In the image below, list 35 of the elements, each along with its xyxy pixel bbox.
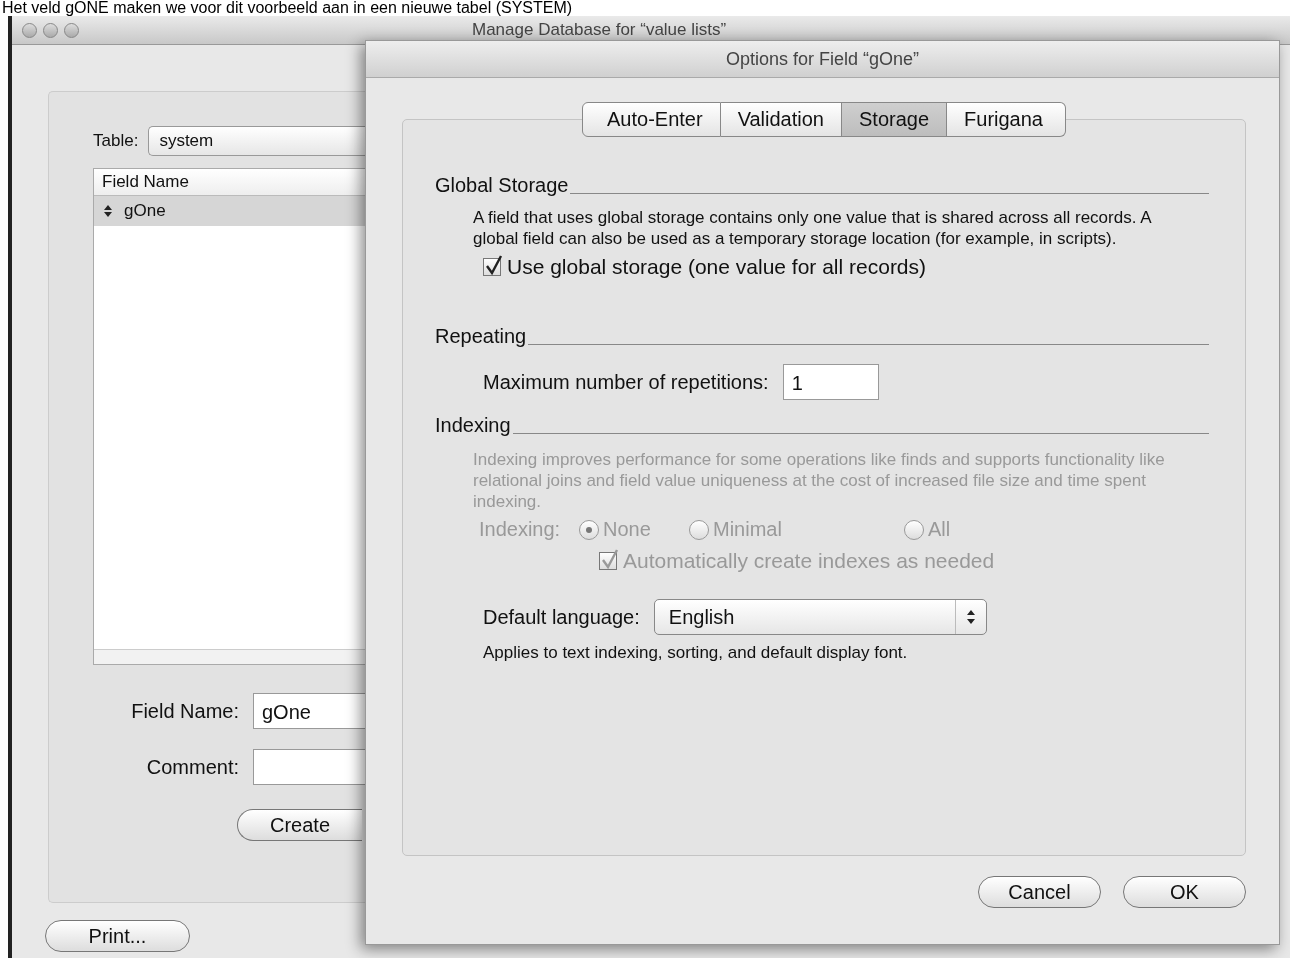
tab[interactable]: Validation (720, 102, 842, 137)
section-heading: Global Storage (435, 174, 569, 197)
table-label: Table: (93, 131, 139, 151)
comment-label: Comment: (146, 755, 239, 779)
dialog-title: Options for Field “gOne” (366, 41, 1279, 78)
close-icon[interactable] (22, 22, 37, 38)
repetitions-label: Maximum number of repetitions: (483, 370, 769, 394)
window-title: Manage Database for “value lists” (472, 20, 727, 40)
dialog-button[interactable]: Cancel (978, 876, 1101, 908)
global-storage-checkbox[interactable] (483, 258, 501, 276)
radio-label: All (928, 518, 951, 541)
caption-text: Het veld gONE maken we voor dit voorbeeld aan in een nieuwe tabel (SYSTEM) (1, 0, 574, 16)
dialog-button[interactable]: OK (1123, 876, 1246, 908)
checkbox-label: Use global storage (one value for all records) (507, 255, 927, 279)
tab[interactable]: Storage (842, 102, 948, 137)
radio-label: Minimal (713, 518, 782, 541)
section-heading: Repeating (435, 325, 527, 348)
section-heading: Indexing (435, 414, 511, 437)
description-text: A field that uses global storage contains only one value that is shared across all records. A global field can also be used as a temporary storage location (for example, in scripts). (473, 207, 1153, 249)
drag-handle-icon[interactable] (104, 205, 112, 217)
tab[interactable]: Furigana (947, 102, 1066, 137)
language-label: Default language: (483, 605, 640, 629)
note-text: Applies to text indexing, sorting, and default display font. (483, 643, 909, 663)
radio-label: None (603, 518, 651, 541)
create-button[interactable]: Create (237, 809, 362, 841)
minimize-icon[interactable] (43, 22, 58, 38)
tab[interactable]: Auto-Enter (582, 102, 721, 137)
field-name-label: Field Name: (131, 699, 239, 723)
repetitions-input[interactable]: 1 (782, 364, 879, 400)
indexing-label: Indexing: (479, 518, 562, 541)
checkbox-label: Automatically create indexes as needed (623, 549, 995, 573)
print-button[interactable]: Print... (45, 920, 190, 952)
stepper-arrows-icon (966, 610, 975, 624)
description-text: Indexing improves performance for some operations like finds and supports functionality like relational joins and field value uniqueness at the cost of increased file size and time spent indexing. (473, 449, 1166, 512)
zoom-icon[interactable] (64, 22, 79, 38)
